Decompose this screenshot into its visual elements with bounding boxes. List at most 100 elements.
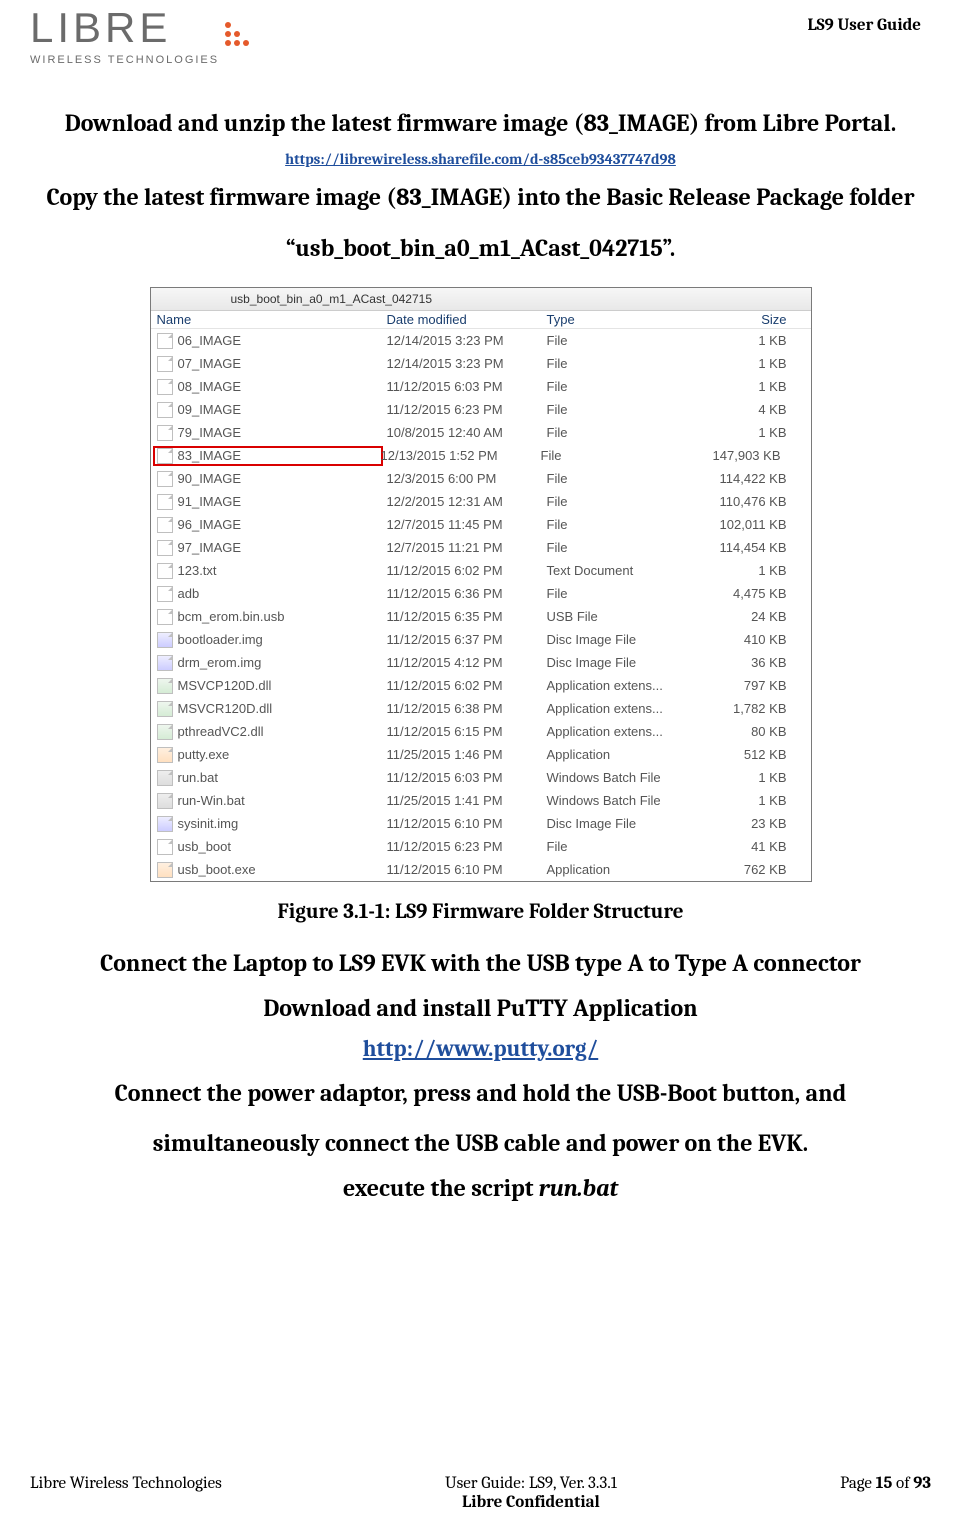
cell-name: 123.txt	[157, 563, 387, 579]
file-icon	[157, 448, 173, 464]
table-row: sysinit.img11/12/2015 6:10 PMDisc Image …	[151, 812, 811, 835]
page-header: LIBRE WIRELESS TECHNOLOGIES LS9 User Gui…	[30, 10, 931, 80]
file-icon	[157, 747, 173, 763]
cell-name: 08_IMAGE	[157, 379, 387, 395]
file-name-text: adb	[178, 586, 200, 601]
file-name-text: 07_IMAGE	[178, 356, 242, 371]
cell-type: File	[547, 494, 697, 509]
cell-type: File	[547, 471, 697, 486]
cell-size: 1 KB	[697, 425, 791, 440]
cell-name: sysinit.img	[157, 816, 387, 832]
file-icon	[157, 839, 173, 855]
file-name-text: 79_IMAGE	[178, 425, 242, 440]
table-row: putty.exe11/25/2015 1:46 PMApplication51…	[151, 743, 811, 766]
cell-name: 79_IMAGE	[157, 425, 387, 441]
footer-page-infix: of	[892, 1474, 913, 1493]
cell-date: 11/12/2015 6:02 PM	[387, 563, 547, 578]
file-name-text: sysinit.img	[178, 816, 239, 831]
cell-size: 41 KB	[697, 839, 791, 854]
cell-size: 1 KB	[697, 356, 791, 371]
cell-date: 11/25/2015 1:41 PM	[387, 793, 547, 808]
cell-type: Disc Image File	[547, 632, 697, 647]
table-row: 123.txt11/12/2015 6:02 PMText Document1 …	[151, 559, 811, 582]
page-footer: Libre Wireless Technologies User Guide: …	[30, 1474, 931, 1512]
file-name-text: drm_erom.img	[178, 655, 262, 670]
instruction-execute-prefix: execute the script	[343, 1174, 539, 1202]
cell-size: 4 KB	[697, 402, 791, 417]
cell-size: 1 KB	[697, 333, 791, 348]
cell-type: File	[541, 448, 691, 463]
instruction-connect-laptop: Connect the Laptop to LS9 EVK with the U…	[30, 938, 931, 988]
file-name-text: putty.exe	[178, 747, 230, 762]
table-row: 96_IMAGE12/7/2015 11:45 PMFile102,011 KB	[151, 513, 811, 536]
cell-date: 11/12/2015 6:23 PM	[387, 839, 547, 854]
table-row: MSVCP120D.dll11/12/2015 6:02 PMApplicati…	[151, 674, 811, 697]
file-name-text: 123.txt	[178, 563, 217, 578]
cell-size: 36 KB	[697, 655, 791, 670]
footer-page-total: 93	[913, 1474, 931, 1493]
putty-download-link[interactable]: http://www.putty.org/	[30, 1035, 931, 1062]
file-icon	[157, 540, 173, 556]
table-row: run.bat11/12/2015 6:03 PMWindows Batch F…	[151, 766, 811, 789]
file-icon	[157, 724, 173, 740]
table-row: 97_IMAGE12/7/2015 11:21 PMFile114,454 KB	[151, 536, 811, 559]
firmware-download-link[interactable]: https://librewireless.sharefile.com/d-s8…	[30, 150, 931, 168]
cell-name: 06_IMAGE	[157, 333, 387, 349]
cell-type: File	[547, 517, 697, 532]
cell-type: Windows Batch File	[547, 770, 697, 785]
cell-size: 4,475 KB	[697, 586, 791, 601]
cell-size: 23 KB	[697, 816, 791, 831]
file-icon	[157, 701, 173, 717]
cell-size: 512 KB	[697, 747, 791, 762]
file-icon	[157, 517, 173, 533]
cell-date: 12/3/2015 6:00 PM	[387, 471, 547, 486]
cell-type: Application	[547, 862, 697, 877]
table-row: run-Win.bat11/25/2015 1:41 PMWindows Bat…	[151, 789, 811, 812]
page-content: Download and unzip the latest firmware i…	[30, 98, 931, 1213]
file-icon	[157, 655, 173, 671]
instruction-download-putty: Download and install PuTTY Application	[30, 983, 931, 1033]
cell-name: MSVCR120D.dll	[157, 701, 387, 717]
cell-size: 147,903 KB	[691, 448, 785, 463]
table-row: 83_IMAGE12/13/2015 1:52 PMFile147,903 KB	[151, 444, 811, 467]
table-row: bcm_erom.bin.usb11/12/2015 6:35 PMUSB Fi…	[151, 605, 811, 628]
instruction-execute-script: execute the script run.bat	[30, 1163, 931, 1213]
cell-size: 110,476 KB	[697, 494, 791, 509]
cell-date: 12/7/2015 11:45 PM	[387, 517, 547, 532]
cell-name: 83_IMAGE	[153, 446, 383, 466]
footer-left: Libre Wireless Technologies	[30, 1474, 222, 1512]
table-row: pthreadVC2.dll11/12/2015 6:15 PMApplicat…	[151, 720, 811, 743]
cell-name: adb	[157, 586, 387, 602]
cell-size: 114,422 KB	[697, 471, 791, 486]
cell-size: 1 KB	[697, 793, 791, 808]
file-icon	[157, 586, 173, 602]
file-icon	[157, 816, 173, 832]
explorer-titlebar: usb_boot_bin_a0_m1_ACast_042715	[151, 288, 811, 311]
cell-type: File	[547, 333, 697, 348]
cell-date: 11/12/2015 6:38 PM	[387, 701, 547, 716]
file-name-text: 91_IMAGE	[178, 494, 242, 509]
file-name-text: 96_IMAGE	[178, 517, 242, 532]
cell-date: 11/12/2015 6:37 PM	[387, 632, 547, 647]
col-header-date: Date modified	[387, 312, 547, 327]
file-icon	[157, 632, 173, 648]
explorer-column-headers: Name Date modified Type Size	[151, 311, 811, 329]
cell-type: File	[547, 402, 697, 417]
cell-name: 96_IMAGE	[157, 517, 387, 533]
file-name-text: usb_boot	[178, 839, 232, 854]
instruction-download-firmware: Download and unzip the latest firmware i…	[30, 98, 931, 148]
cell-name: bootloader.img	[157, 632, 387, 648]
cell-name: 90_IMAGE	[157, 471, 387, 487]
file-name-text: run.bat	[178, 770, 218, 785]
cell-type: File	[547, 839, 697, 854]
table-row: usb_boot.exe11/12/2015 6:10 PMApplicatio…	[151, 858, 811, 881]
file-icon	[157, 609, 173, 625]
col-header-size: Size	[697, 312, 791, 327]
file-name-text: 06_IMAGE	[178, 333, 242, 348]
cell-size: 24 KB	[697, 609, 791, 624]
cell-type: Application	[547, 747, 697, 762]
cell-date: 11/12/2015 6:10 PM	[387, 862, 547, 877]
cell-type: File	[547, 586, 697, 601]
cell-name: drm_erom.img	[157, 655, 387, 671]
cell-name: run-Win.bat	[157, 793, 387, 809]
